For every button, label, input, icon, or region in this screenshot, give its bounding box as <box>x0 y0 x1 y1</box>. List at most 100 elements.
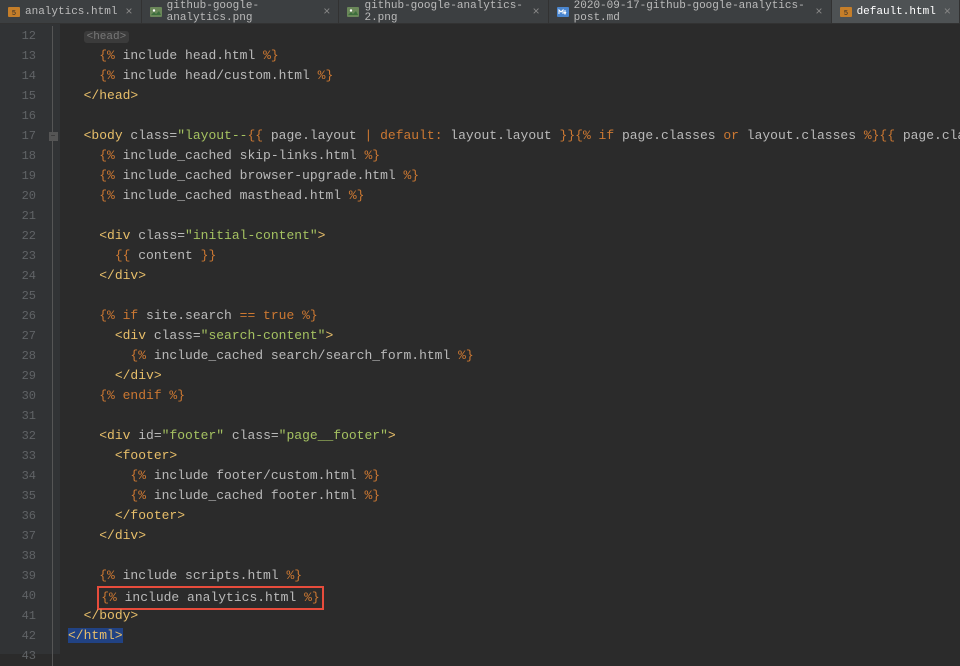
code-line[interactable] <box>68 106 960 126</box>
code-line[interactable]: </footer> <box>68 506 960 526</box>
code-line[interactable]: <head> <box>68 26 960 46</box>
code-line[interactable]: </head> <box>68 86 960 106</box>
token-liquid: {% <box>99 148 122 163</box>
fold-marker <box>46 506 60 526</box>
token-liquid: %} <box>349 188 365 203</box>
token-attr: include_cached masthead.html <box>123 188 349 203</box>
fold-marker <box>46 286 60 306</box>
code-line[interactable]: <div class="search-content"> <box>68 326 960 346</box>
token-attr: include_cached footer.html <box>154 488 365 503</box>
token-tag: </body> <box>84 608 139 623</box>
line-number: 36 <box>0 506 46 526</box>
token-tag: </head> <box>84 88 139 103</box>
fold-marker <box>46 566 60 586</box>
token-liquid: {% <box>99 68 122 83</box>
token-attr: include head.html <box>123 48 263 63</box>
line-number: 37 <box>0 526 46 546</box>
code-line[interactable]: <body class="layout--{{ page.layout | de… <box>68 126 960 146</box>
token-liquid: }} <box>560 128 576 143</box>
token-liquid: {% endif %} <box>99 388 185 403</box>
code-line[interactable]: {% include_cached masthead.html %} <box>68 186 960 206</box>
code-line[interactable]: <div class="initial-content"> <box>68 226 960 246</box>
fold-marker <box>46 326 60 346</box>
fold-marker <box>46 386 60 406</box>
tab-default-html[interactable]: 5default.html× <box>832 0 960 23</box>
fold-toggle-icon[interactable]: − <box>49 132 58 141</box>
code-content[interactable]: <head> {% include head.html %} {% includ… <box>60 24 960 654</box>
code-line[interactable]: <footer> <box>68 446 960 466</box>
code-line[interactable]: {% include_cached search/search_form.htm… <box>68 346 960 366</box>
code-line[interactable]: {% include_cached skip-links.html %} <box>68 146 960 166</box>
token-attr: include scripts.html <box>123 568 287 583</box>
code-line[interactable]: {% include head/custom.html %} <box>68 66 960 86</box>
fold-marker <box>46 586 60 606</box>
fold-marker <box>46 626 60 646</box>
token-tag: <body <box>84 128 131 143</box>
token-attr: page.classes <box>622 128 723 143</box>
token-attr: class= <box>138 228 185 243</box>
close-icon[interactable]: × <box>532 5 539 19</box>
code-line[interactable]: </div> <box>68 526 960 546</box>
line-number: 24 <box>0 266 46 286</box>
token-attr: layout.classes <box>747 128 864 143</box>
tab-label: github-google-analytics-2.png <box>364 0 524 24</box>
fold-marker <box>46 46 60 66</box>
tab-2020-09-17-github-google-analytics-post-md[interactable]: 2020-09-17-github-google-analytics-post.… <box>549 0 832 23</box>
close-icon[interactable]: × <box>944 5 951 19</box>
close-icon[interactable]: × <box>323 5 330 19</box>
code-line[interactable]: {% include footer/custom.html %} <box>68 466 960 486</box>
close-icon[interactable]: × <box>125 5 132 19</box>
code-line[interactable]: </div> <box>68 266 960 286</box>
line-number: 41 <box>0 606 46 626</box>
code-line[interactable] <box>68 546 960 566</box>
fold-marker <box>46 446 60 466</box>
code-line[interactable]: {% include head.html %} <box>68 46 960 66</box>
tab-analytics-html[interactable]: 5 analytics.html × <box>0 0 142 23</box>
fold-marker <box>46 26 60 46</box>
line-number: 32 <box>0 426 46 446</box>
tab-label: analytics.html <box>25 6 117 18</box>
tab-github-google-analytics-2-png[interactable]: github-google-analytics-2.png × <box>339 0 548 23</box>
code-line[interactable]: {% include analytics.html %} <box>68 586 960 606</box>
code-line[interactable] <box>68 646 960 654</box>
code-line[interactable] <box>68 406 960 426</box>
code-line[interactable]: {% include_cached browser-upgrade.html %… <box>68 166 960 186</box>
token-attr: class= <box>154 328 201 343</box>
fold-marker: − <box>46 126 60 146</box>
fold-marker <box>46 466 60 486</box>
tab-github-google-analytics-png[interactable]: github-google-analytics.png× <box>142 0 340 23</box>
line-number: 29 <box>0 366 46 386</box>
line-number: 34 <box>0 466 46 486</box>
code-line[interactable]: {% endif %} <box>68 386 960 406</box>
code-line[interactable]: {{ content }} <box>68 246 960 266</box>
code-line[interactable]: <div id="footer" class="page__footer"> <box>68 426 960 446</box>
token-attr: include_cached browser-upgrade.html <box>123 168 404 183</box>
code-line[interactable] <box>68 206 960 226</box>
code-editor[interactable]: 1213141516171819202122232425262728293031… <box>0 24 960 654</box>
token-liquid: %} <box>364 488 380 503</box>
fold-marker <box>46 606 60 626</box>
fold-marker <box>46 266 60 286</box>
token-attr: page.layout <box>271 128 365 143</box>
html-file-icon: 5 <box>840 6 852 18</box>
fold-marker <box>46 346 60 366</box>
code-line[interactable] <box>68 286 960 306</box>
code-line[interactable]: </div> <box>68 366 960 386</box>
token-tag: <div <box>115 328 154 343</box>
code-line[interactable]: {% include scripts.html %} <box>68 566 960 586</box>
token-liquid: }} <box>201 248 217 263</box>
image-file-icon <box>347 6 359 18</box>
token-tag: </html> <box>68 628 123 643</box>
token-liquid: %} <box>364 468 380 483</box>
line-number: 20 <box>0 186 46 206</box>
code-line[interactable]: {% if site.search == true %} <box>68 306 960 326</box>
token-liquid: %} <box>263 48 279 63</box>
code-line[interactable]: {% include_cached footer.html %} <box>68 486 960 506</box>
code-line[interactable]: </html> <box>68 626 960 646</box>
line-number: 43 <box>0 646 46 666</box>
line-number-gutter: 1213141516171819202122232425262728293031… <box>0 24 46 654</box>
line-number: 40 <box>0 586 46 606</box>
svg-text:5: 5 <box>12 10 16 17</box>
line-number: 15 <box>0 86 46 106</box>
close-icon[interactable]: × <box>815 5 822 19</box>
